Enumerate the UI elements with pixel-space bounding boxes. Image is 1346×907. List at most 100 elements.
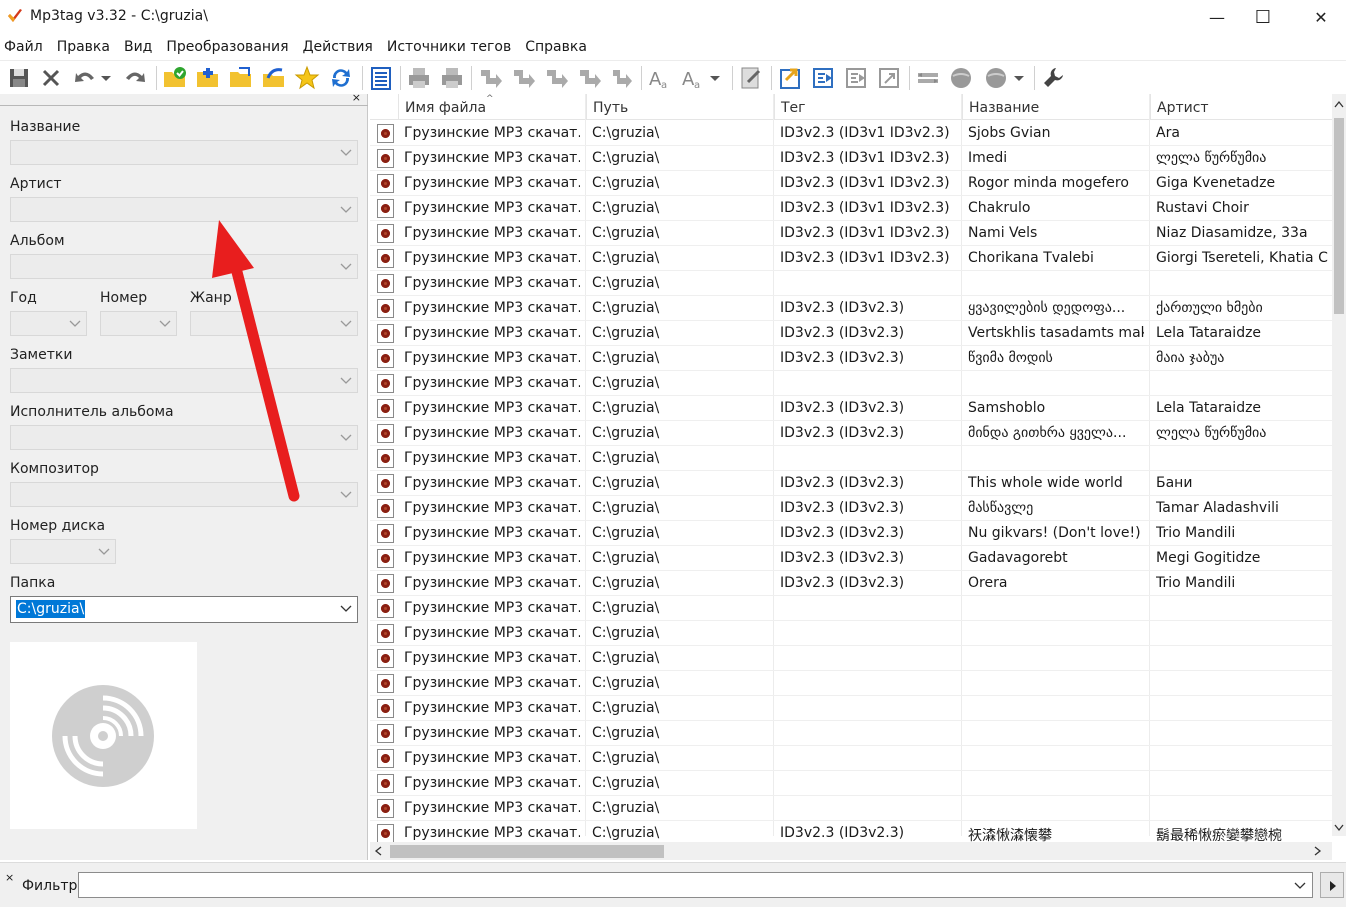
genre-field[interactable] xyxy=(190,311,358,336)
minimize-button[interactable]: — xyxy=(1194,0,1240,34)
tag-to-tag-icon[interactable] xyxy=(542,64,570,92)
table-row[interactable]: Грузинские МР3 скачат... C:\gruzia\ xyxy=(370,596,1332,621)
composer-field[interactable] xyxy=(10,482,358,507)
table-row[interactable]: Грузинские МР3 скачат... C:\gruzia\ xyxy=(370,746,1332,771)
table-row[interactable]: Грузинские МР3 скачат... C:\gruzia\ xyxy=(370,771,1332,796)
horizontal-scrollbar[interactable] xyxy=(370,842,1332,860)
refresh-icon[interactable] xyxy=(327,64,355,92)
table-row[interactable]: Грузинские МР3 скачат... C:\gruzia\ ID3v2.… xyxy=(370,521,1332,546)
vertical-scroll-thumb[interactable] xyxy=(1334,118,1344,314)
album-artist-field[interactable] xyxy=(10,425,358,450)
folder-action-icon[interactable] xyxy=(809,64,837,92)
column-header-tag[interactable]: Тег xyxy=(774,94,961,120)
add-directory-icon[interactable] xyxy=(194,64,222,92)
table-row[interactable]: Грузинские МР3 скачат... C:\gruzia\ ID3v2.… xyxy=(370,196,1332,221)
filter-apply-button[interactable] xyxy=(1320,872,1344,898)
scroll-up-icon[interactable] xyxy=(1334,100,1344,108)
table-row[interactable]: Грузинские МР3 скачат... C:\gruzia\ xyxy=(370,696,1332,721)
table-row[interactable]: Грузинские МР3 скачат... C:\gruzia\ ID3v2.… xyxy=(370,346,1332,371)
autonumber-icon[interactable] xyxy=(608,64,636,92)
year-field[interactable] xyxy=(10,311,87,336)
menu-help[interactable]: Справка xyxy=(521,36,591,60)
table-row[interactable]: Грузинские МР3 скачат... C:\gruzia\ ID3v2.… xyxy=(370,571,1332,596)
column-header-path[interactable]: Путь xyxy=(586,94,773,120)
menu-actions[interactable]: Действия xyxy=(299,36,377,60)
menu-tag-sources[interactable]: Источники тегов xyxy=(383,36,515,60)
table-row[interactable]: Грузинские МР3 скачат... C:\gruzia\ ID3v2.… xyxy=(370,471,1332,496)
case-dropdown-icon[interactable] xyxy=(707,64,723,92)
table-row[interactable]: Грузинские МР3 скачат... C:\gruzia\ ID3v2.… xyxy=(370,321,1332,346)
table-row[interactable]: Грузинские МР3 скачат... C:\gruzia\ ID3v2.… xyxy=(370,146,1332,171)
maximize-button[interactable]: ☐ xyxy=(1240,0,1286,34)
artist-field[interactable] xyxy=(10,197,358,222)
close-button[interactable]: ✕ xyxy=(1298,0,1344,34)
case-conversion-icon[interactable]: Aa xyxy=(646,64,674,92)
filter-input[interactable] xyxy=(78,872,1313,898)
scroll-left-icon[interactable] xyxy=(374,846,382,856)
star-icon[interactable] xyxy=(293,64,321,92)
web-sources-dropdown-icon[interactable] xyxy=(1011,64,1027,92)
menu-view[interactable]: Вид xyxy=(120,36,156,60)
scroll-down-icon[interactable] xyxy=(1334,824,1344,832)
horizontal-scroll-thumb[interactable] xyxy=(390,845,664,858)
vertical-scrollbar[interactable] xyxy=(1332,94,1346,836)
text-file-to-tag-icon[interactable] xyxy=(575,64,603,92)
web-sources-icon[interactable] xyxy=(982,64,1010,92)
column-header-title[interactable]: Название xyxy=(962,94,1149,120)
table-row[interactable]: Грузинские МР3 скачат... C:\gruzia\ ID3v2.… xyxy=(370,296,1332,321)
menu-edit[interactable]: Правка xyxy=(53,36,114,60)
freedb-icon[interactable] xyxy=(914,64,942,92)
actions-icon[interactable] xyxy=(842,64,870,92)
redo-icon[interactable] xyxy=(122,64,150,92)
discogs-icon[interactable] xyxy=(947,64,975,92)
table-row[interactable]: Грузинские МР3 скачат... C:\gruzia\ ID3v2.… xyxy=(370,121,1332,146)
table-row[interactable]: Грузинские МР3 скачат... C:\gruzia\ xyxy=(370,621,1332,646)
column-header-artist[interactable]: Артист xyxy=(1150,94,1332,120)
replace-icon[interactable]: Aa xyxy=(679,64,707,92)
cover-art[interactable] xyxy=(10,642,197,829)
actions-quick-icon[interactable] xyxy=(875,64,903,92)
save-icon[interactable] xyxy=(5,64,33,92)
menu-convert[interactable]: Преобразования xyxy=(162,36,292,60)
extended-tags-icon[interactable] xyxy=(737,64,765,92)
change-directory-icon[interactable] xyxy=(161,64,189,92)
open-folder-icon[interactable] xyxy=(227,64,255,92)
print-icon[interactable] xyxy=(405,64,433,92)
playlist-icon[interactable] xyxy=(367,64,395,92)
close-panel-icon[interactable]: × xyxy=(352,91,361,104)
menu-file[interactable]: Файл xyxy=(0,36,47,60)
undo-icon[interactable] xyxy=(70,64,98,92)
table-row[interactable]: Грузинские МР3 скачат... C:\gruzia\ xyxy=(370,446,1332,471)
comment-field[interactable] xyxy=(10,368,358,393)
table-row[interactable]: Грузинские МР3 скачат... C:\gruzia\ xyxy=(370,646,1332,671)
table-row[interactable]: Грузинские МР3 скачат... C:\gruzia\ ID3v2.… xyxy=(370,496,1332,521)
table-row[interactable]: Грузинские МР3 скачат... C:\gruzia\ xyxy=(370,796,1332,821)
filename-to-tag-icon[interactable] xyxy=(509,64,537,92)
title-field[interactable] xyxy=(10,140,358,165)
folder-field[interactable]: C:\gruzia\ xyxy=(10,596,358,623)
table-row[interactable]: Грузинские МР3 скачат... C:\gruzia\ xyxy=(370,721,1332,746)
table-row[interactable]: Грузинские МР3 скачат... C:\gruzia\ xyxy=(370,671,1332,696)
options-icon[interactable] xyxy=(1039,64,1067,92)
disc-field[interactable] xyxy=(10,539,116,564)
undo-dropdown-icon[interactable] xyxy=(98,64,114,92)
table-row[interactable]: Грузинские МР3 скачат... C:\gruzia\ ID3v2.… xyxy=(370,221,1332,246)
filter-close-icon[interactable]: × xyxy=(5,871,14,884)
table-row[interactable]: Грузинские МР3 скачат... C:\gruzia\ ID3v2.… xyxy=(370,246,1332,271)
table-row[interactable]: Грузинские МР3 скачат... C:\gruzia\ ID3v2.… xyxy=(370,171,1332,196)
print2-icon[interactable] xyxy=(438,64,466,92)
file-list[interactable]: Имя файла ^ Путь Тег Название Артист Гру… xyxy=(370,94,1346,862)
table-row[interactable]: Грузинские МР3 скачат... C:\gruzia\ xyxy=(370,271,1332,296)
table-row[interactable]: Грузинские МР3 скачат... C:\gruzia\ xyxy=(370,371,1332,396)
scroll-right-icon[interactable] xyxy=(1314,846,1322,856)
favorites-icon[interactable] xyxy=(260,64,288,92)
album-field[interactable] xyxy=(10,254,358,279)
maximize-icon: ☐ xyxy=(1254,6,1272,28)
table-row[interactable]: Грузинские МР3 скачат... C:\gruzia\ ID3v2.… xyxy=(370,546,1332,571)
table-row[interactable]: Грузинские МР3 скачат... C:\gruzia\ ID3v2.… xyxy=(370,396,1332,421)
remove-tag-icon[interactable] xyxy=(37,64,65,92)
track-field[interactable] xyxy=(100,311,177,336)
tag-to-filename-icon[interactable] xyxy=(476,64,504,92)
table-row[interactable]: Грузинские МР3 скачат... C:\gruzia\ ID3v2.… xyxy=(370,421,1332,446)
export-icon[interactable] xyxy=(776,64,804,92)
